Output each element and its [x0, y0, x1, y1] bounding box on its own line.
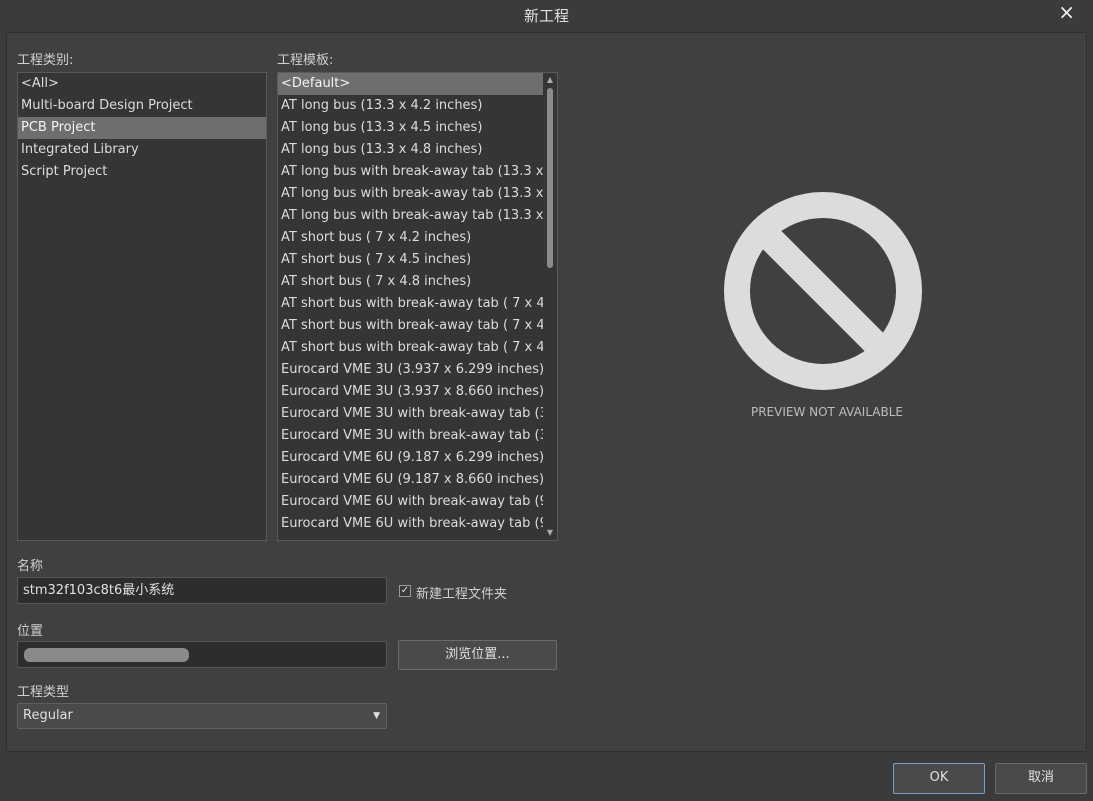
template-item[interactable]: Eurocard VME 3U with break-away tab (3.9 — [278, 425, 543, 447]
template-item[interactable]: AT short bus with break-away tab ( 7 x 4… — [278, 337, 543, 359]
preview-text: PREVIEW NOT AVAILABLE — [750, 405, 904, 419]
template-item[interactable]: AT short bus with break-away tab ( 7 x 4… — [278, 293, 543, 315]
project-type-select[interactable]: Regular ▼ — [17, 703, 387, 729]
prohibited-icon — [724, 192, 922, 390]
redacted-path — [24, 648, 189, 662]
category-item[interactable]: Script Project — [18, 161, 266, 183]
template-item[interactable]: Eurocard VME 6U with break-away tab (9.1 — [278, 513, 543, 535]
template-scrollbar[interactable]: ▲ ▼ — [544, 74, 556, 539]
dialog-title: 新工程 — [523, 7, 569, 25]
location-label: 位置 — [17, 624, 44, 639]
project-type-label: 工程类型 — [17, 685, 70, 700]
template-item[interactable]: Eurocard VME 3U (3.937 x 6.299 inches) — [278, 359, 543, 381]
ok-button[interactable]: OK — [893, 763, 985, 794]
category-item[interactable]: <All> — [18, 73, 266, 95]
template-item[interactable]: AT long bus (13.3 x 4.5 inches) — [278, 117, 543, 139]
category-item[interactable]: Integrated Library — [18, 139, 266, 161]
scroll-thumb[interactable] — [547, 88, 553, 268]
category-list[interactable]: <All> Multi-board Design Project PCB Proje… — [17, 72, 267, 541]
scroll-down-icon[interactable]: ▼ — [544, 527, 556, 539]
template-item[interactable]: AT long bus with break-away tab (13.3 x … — [278, 183, 543, 205]
close-icon[interactable]: × — [1058, 0, 1075, 24]
category-item[interactable]: PCB Project — [18, 117, 266, 139]
chevron-down-icon: ▼ — [373, 711, 380, 721]
dialog-content: 工程类别: <All> Multi-board Design Project PCB… — [6, 32, 1087, 752]
location-input[interactable] — [17, 641, 387, 668]
template-item[interactable]: AT long bus (13.3 x 4.8 inches) — [278, 139, 543, 161]
categories-label: 工程类别: — [17, 53, 74, 68]
title-bar: 新工程 × — [0, 0, 1093, 30]
template-item[interactable]: Eurocard VME 6U (9.187 x 8.660 inches) — [278, 469, 543, 491]
template-item[interactable]: AT short bus ( 7 x 4.2 inches) — [278, 227, 543, 249]
project-type-value: Regular — [23, 708, 73, 723]
template-item[interactable]: AT long bus with break-away tab (13.3 x … — [278, 205, 543, 227]
scroll-up-icon[interactable]: ▲ — [544, 74, 556, 86]
template-item[interactable]: AT short bus with break-away tab ( 7 x 4… — [278, 315, 543, 337]
new-folder-checkbox[interactable]: ✓ — [399, 585, 411, 597]
template-item[interactable]: <Default> — [278, 73, 543, 95]
preview-panel: PREVIEW NOT AVAILABLE — [697, 183, 957, 433]
template-list[interactable]: <Default> AT long bus (13.3 x 4.2 inches)… — [277, 72, 558, 541]
category-item[interactable]: Multi-board Design Project — [18, 95, 266, 117]
templates-label: 工程模板: — [277, 53, 334, 68]
name-input[interactable]: stm32f103c8t6最小系统 — [17, 577, 387, 604]
name-label: 名称 — [17, 559, 44, 574]
template-item[interactable]: AT short bus ( 7 x 4.8 inches) — [278, 271, 543, 293]
template-item[interactable]: AT long bus with break-away tab (13.3 x … — [278, 161, 543, 183]
template-item[interactable]: AT short bus ( 7 x 4.5 inches) — [278, 249, 543, 271]
new-folder-label: 新建工程文件夹 — [416, 587, 508, 602]
template-item[interactable]: AT long bus (13.3 x 4.2 inches) — [278, 95, 543, 117]
template-item[interactable]: Eurocard VME 3U (3.937 x 8.660 inches) — [278, 381, 543, 403]
browse-location-button[interactable]: 浏览位置... — [398, 640, 557, 670]
template-item[interactable]: Eurocard VME 3U with break-away tab (3.9 — [278, 403, 543, 425]
template-item[interactable]: Eurocard VME 6U with break-away tab (9.1 — [278, 491, 543, 513]
template-item[interactable]: Eurocard VME 6U (9.187 x 6.299 inches) — [278, 447, 543, 469]
cancel-button[interactable]: 取消 — [995, 763, 1087, 794]
